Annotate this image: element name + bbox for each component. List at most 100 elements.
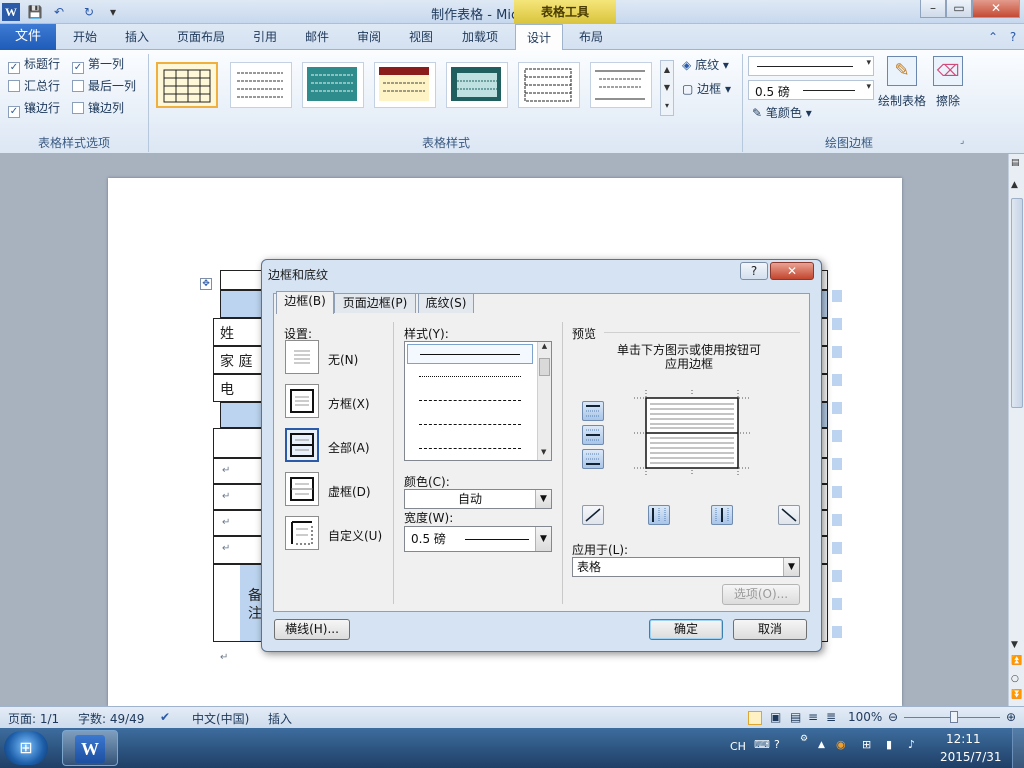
gallery-scroll[interactable]: ▲ ▼ ▾ bbox=[660, 60, 674, 116]
setting-all-icon[interactable] bbox=[285, 428, 319, 462]
tab-insert[interactable]: 插入 bbox=[114, 24, 160, 50]
border-style-dropdown[interactable]: ▾ bbox=[748, 56, 874, 76]
clock-time[interactable]: 12:11 bbox=[946, 732, 981, 746]
zoom-in-icon[interactable]: ⊕ bbox=[1006, 710, 1016, 724]
inside-horizontal-button[interactable] bbox=[582, 425, 604, 445]
color-dropdown[interactable]: 自动 ▼ bbox=[404, 489, 552, 509]
apply-to-dropdown[interactable]: 表格 ▼ bbox=[572, 557, 800, 577]
next-page-icon[interactable]: ⏬ bbox=[1011, 690, 1022, 700]
table-move-handle-icon[interactable]: ✥ bbox=[200, 278, 212, 290]
proofing-icon[interactable]: ✔ bbox=[160, 710, 170, 724]
setting-custom-icon[interactable] bbox=[285, 516, 319, 550]
scroll-up-icon[interactable]: ▲ bbox=[1011, 180, 1018, 190]
tab-addins[interactable]: 加载项 bbox=[452, 24, 508, 50]
tab-view[interactable]: 视图 bbox=[398, 24, 444, 50]
vertical-scrollbar[interactable]: ▤ ▲ ▼ ⏫ ○ ⏬ bbox=[1008, 154, 1024, 706]
checkbox-last-column[interactable]: 最后一列 bbox=[72, 78, 136, 94]
security-tray-icon[interactable]: ◉ bbox=[836, 738, 846, 751]
volume-icon[interactable]: ♪ bbox=[908, 738, 915, 751]
previous-page-icon[interactable]: ⏫ bbox=[1011, 656, 1022, 666]
horizontal-line-button[interactable]: 横线(H)... bbox=[274, 619, 350, 640]
border-preview-diagram[interactable] bbox=[634, 390, 750, 476]
style-list-scrollbar[interactable]: ▲ ▼ bbox=[537, 342, 551, 460]
clock-date[interactable]: 2015/7/31 bbox=[940, 750, 1002, 764]
outline-view-icon[interactable]: ≡ bbox=[808, 710, 818, 724]
checkbox-banded-rows[interactable]: ✓ 镶边行 bbox=[8, 100, 60, 118]
tab-shading[interactable]: 底纹(S) bbox=[418, 293, 474, 313]
options-button[interactable]: 选项(O)... bbox=[722, 584, 800, 605]
tab-layout[interactable]: 布局 bbox=[568, 24, 614, 50]
scroll-up-icon[interactable]: ▲ bbox=[538, 342, 551, 350]
taskbar-word-button[interactable]: W bbox=[62, 730, 118, 766]
table-style-teal[interactable] bbox=[302, 62, 364, 108]
file-tab[interactable]: 文件 bbox=[0, 24, 56, 50]
table-style-grid[interactable] bbox=[156, 62, 218, 108]
help-icon[interactable]: ? bbox=[1004, 24, 1022, 50]
setting-grid-label[interactable]: 虚框(D) bbox=[328, 483, 371, 500]
ime-indicator[interactable]: CH bbox=[730, 740, 746, 753]
inside-vertical-button[interactable] bbox=[711, 505, 733, 525]
tab-borders[interactable]: 边框(B) bbox=[276, 291, 334, 314]
insert-mode-status[interactable]: 插入 bbox=[268, 710, 292, 727]
tab-page-layout[interactable]: 页面布局 bbox=[170, 24, 232, 50]
scroll-thumb[interactable] bbox=[1011, 198, 1023, 408]
border-style-list[interactable]: ▲ ▼ bbox=[404, 341, 552, 461]
borders-button[interactable]: ▢ 边框 ▾ bbox=[682, 80, 731, 97]
width-dropdown[interactable]: 0.5 磅 ▼ bbox=[404, 526, 552, 552]
setting-none-label[interactable]: 无(N) bbox=[328, 351, 358, 368]
style-option-selected[interactable] bbox=[407, 344, 533, 364]
style-option-dotted[interactable] bbox=[419, 376, 521, 377]
collapse-ribbon-icon[interactable]: ⌃ bbox=[984, 24, 1002, 50]
ok-button[interactable]: 确定 bbox=[649, 619, 723, 640]
close-button[interactable]: ✕ bbox=[972, 0, 1020, 18]
dialog-launcher-icon[interactable]: ⌟ bbox=[960, 136, 964, 146]
minimize-button[interactable]: – bbox=[920, 0, 946, 18]
dialog-close-button[interactable]: ✕ bbox=[770, 262, 814, 280]
zoom-out-icon[interactable]: ⊖ bbox=[888, 710, 898, 724]
web-layout-view-icon[interactable]: ▤ bbox=[790, 710, 801, 724]
help-tray-icon[interactable]: ? bbox=[774, 738, 780, 751]
show-hidden-icons-icon[interactable]: ▲ bbox=[818, 740, 825, 750]
setting-custom-label[interactable]: 自定义(U) bbox=[328, 527, 382, 544]
setting-box-label[interactable]: 方框(X) bbox=[328, 395, 370, 412]
zoom-level[interactable]: 100% bbox=[848, 710, 882, 724]
tab-mailings[interactable]: 邮件 bbox=[294, 24, 340, 50]
input-options-icon[interactable]: ⚙ bbox=[800, 734, 808, 744]
show-desktop-button[interactable] bbox=[1012, 728, 1024, 768]
language-status[interactable]: 中文(中国) bbox=[192, 710, 249, 727]
diagonal-down-button[interactable] bbox=[778, 505, 800, 525]
left-border-button[interactable] bbox=[648, 505, 670, 525]
start-button[interactable]: ⊞ bbox=[4, 731, 48, 765]
table-style-lines[interactable] bbox=[590, 62, 652, 108]
bottom-border-button[interactable] bbox=[582, 449, 604, 469]
style-option-long-dash[interactable] bbox=[419, 424, 521, 425]
scroll-thumb[interactable] bbox=[539, 358, 550, 376]
setting-box-icon[interactable] bbox=[285, 384, 319, 418]
word-count[interactable]: 字数: 49/49 bbox=[78, 710, 144, 727]
setting-none-icon[interactable] bbox=[285, 340, 319, 374]
shading-button[interactable]: ◈ 底纹 ▾ bbox=[682, 56, 729, 73]
zoom-slider-thumb[interactable] bbox=[950, 711, 958, 723]
pen-color-button[interactable]: ✎ 笔颜色 ▾ bbox=[752, 104, 812, 121]
page-count[interactable]: 页面: 1/1 bbox=[8, 710, 59, 727]
table-style-dark-teal[interactable] bbox=[446, 62, 508, 108]
scroll-down-icon[interactable]: ▼ bbox=[1011, 640, 1018, 650]
network-icon[interactable]: ▮ bbox=[886, 738, 892, 751]
border-weight-dropdown[interactable]: 0.5 磅 ▾ bbox=[748, 80, 874, 100]
table-style-plain[interactable] bbox=[230, 62, 292, 108]
print-layout-view-icon[interactable] bbox=[748, 711, 762, 725]
windows-flag-icon[interactable]: ⊞ bbox=[862, 738, 871, 751]
table-style-dashed-grid[interactable] bbox=[518, 62, 580, 108]
style-option-dashed[interactable] bbox=[419, 400, 521, 401]
cancel-button[interactable]: 取消 bbox=[733, 619, 807, 640]
ruler-toggle-icon[interactable]: ▤ bbox=[1011, 158, 1022, 172]
checkbox-banded-columns[interactable]: 镶边列 bbox=[72, 100, 124, 116]
draft-view-icon[interactable]: ≣ bbox=[826, 710, 836, 724]
table-style-red-cream[interactable] bbox=[374, 62, 436, 108]
diagonal-up-button[interactable] bbox=[582, 505, 604, 525]
setting-grid-icon[interactable] bbox=[285, 472, 319, 506]
tab-page-border[interactable]: 页面边框(P) bbox=[334, 293, 416, 313]
checkbox-first-column[interactable]: ✓ 第一列 bbox=[72, 56, 124, 74]
restore-button[interactable]: ▭ bbox=[946, 0, 972, 18]
keyboard-icon[interactable]: ⌨ bbox=[754, 738, 770, 751]
